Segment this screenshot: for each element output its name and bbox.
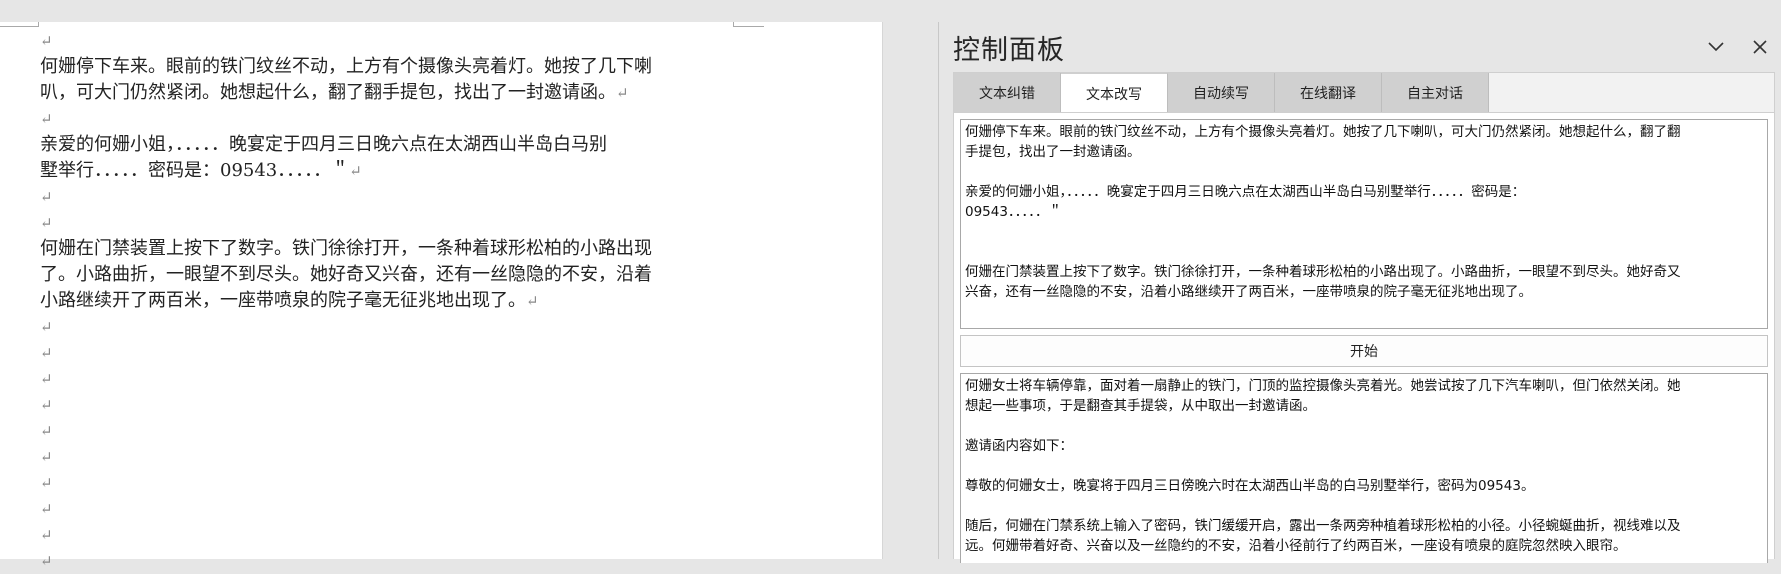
document-line: ↵	[40, 28, 730, 54]
tab-content-text-rewrite: 何姗停下车来。眼前的铁门纹丝不动，上方有个摄像头亮着灯。她按了几下喇叭，可大门仍…	[953, 112, 1775, 563]
paragraph-mark-icon: ↵	[40, 32, 53, 50]
textbox-line	[965, 496, 1763, 516]
document-line-text: 何姗停下车来。眼前的铁门纹丝不动，上方有个摄像头亮着灯。她按了几下喇	[40, 56, 652, 77]
tab-online-translation[interactable]: 在线翻译	[1275, 73, 1382, 113]
textbox-line	[965, 242, 1763, 262]
document-line-text: 亲爱的何姗小姐，．．．．．晚宴定于四月三日晚六点在太湖西山半岛白马别	[40, 134, 607, 155]
paragraph-mark-icon: ↵	[349, 162, 362, 180]
start-button[interactable]: 开始	[960, 335, 1768, 367]
document-line: ↵	[40, 496, 730, 522]
document-line: ↵	[40, 184, 730, 210]
paragraph-mark-icon: ↵	[40, 370, 53, 388]
control-panel: 控制面板 文本纠错 文本改写 自动续写 在线翻译 自主对话 何姗停下车来。眼前的…	[938, 22, 1781, 563]
paragraph-mark-icon: ↵	[40, 214, 53, 232]
document-area: ↵ 何姗停下车来。眼前的铁门纹丝不动，上方有个摄像头亮着灯。她按了几下喇 叭，可大门…	[0, 0, 883, 570]
paragraph-mark-icon: ↵	[40, 318, 53, 336]
document-line-text: 小路继续开了两百米，一座带喷泉的院子毫无征兆地出现了。	[40, 290, 526, 311]
document-line: ↵	[40, 522, 730, 548]
close-icon	[1753, 40, 1767, 54]
document-line: ↵	[40, 106, 730, 132]
textbox-line: 邀请函内容如下：	[965, 438, 1073, 454]
document-line: 小路继续开了两百米，一座带喷泉的院子毫无征兆地出现了。↵	[40, 288, 730, 314]
textbox-line: 尊敬的何姗女士，晚宴将于四月三日傍晚六时在太湖西山半岛的白马别墅举行，密码为09…	[965, 478, 1535, 494]
document-line: 墅举行．．．．．密码是：09543．．．．．＂↵	[40, 158, 730, 184]
document-line: ↵	[40, 314, 730, 340]
document-line: ↵	[40, 210, 730, 236]
output-textbox[interactable]: 何姗女士将车辆停靠，面对着一扇静止的铁门，门顶的监控摄像头亮着光。她尝试按了几下…	[960, 373, 1768, 563]
document-line: 叭，可大门仍然紧闭。她想起什么，翻了翻手提包，找出了一封邀请函。↵	[40, 80, 730, 106]
left-margin-mark	[0, 22, 39, 27]
textbox-line	[965, 416, 1763, 436]
textbox-line: 何姗女士将车辆停靠，面对着一扇静止的铁门，门顶的监控摄像头亮着光。她尝试按了几下…	[965, 378, 1681, 394]
textbox-line: 何姗停下车来。眼前的铁门纹丝不动，上方有个摄像头亮着灯。她按了几下喇叭，可大门仍…	[965, 124, 1681, 140]
tab-bar: 文本纠错 文本改写 自动续写 在线翻译 自主对话	[953, 72, 1775, 114]
textbox-line: 想起一些事项，于是翻查其手提袋，从中取出一封邀请函。	[965, 398, 1316, 414]
input-textbox[interactable]: 何姗停下车来。眼前的铁门纹丝不动，上方有个摄像头亮着灯。她按了几下喇叭，可大门仍…	[960, 119, 1768, 329]
tab-text-rewrite[interactable]: 文本改写	[1061, 73, 1168, 114]
document-line-text: 了。小路曲折，一眼望不到尽头。她好奇又兴奋，还有一丝隐隐的不安，沿着	[40, 264, 652, 285]
document-line: 了。小路曲折，一眼望不到尽头。她好奇又兴奋，还有一丝隐隐的不安，沿着	[40, 262, 730, 288]
paragraph-mark-icon: ↵	[40, 526, 53, 544]
right-margin-mark	[733, 22, 764, 27]
collapse-button[interactable]	[1701, 32, 1731, 62]
document-line: ↵	[40, 470, 730, 496]
textbox-line	[965, 222, 1763, 242]
document-line: ↵	[40, 366, 730, 392]
panel-title: 控制面板	[953, 35, 1065, 66]
document-line: 何姗停下车来。眼前的铁门纹丝不动，上方有个摄像头亮着灯。她按了几下喇	[40, 54, 730, 80]
textbox-line	[965, 162, 1763, 182]
paragraph-mark-icon: ↵	[40, 552, 53, 570]
paragraph-mark-icon: ↵	[40, 500, 53, 518]
document-line: ↵	[40, 392, 730, 418]
chevron-down-icon	[1708, 42, 1724, 52]
textbox-line: 远。何姗带着好奇、兴奋以及一丝隐约的不安，沿着小径前行了约两百米，一座设有喷泉的…	[965, 538, 1627, 554]
textbox-line: 兴奋，还有一丝隐隐的不安，沿着小路继续开了两百米，一座带喷泉的院子毫无征兆地出现…	[965, 284, 1532, 300]
tab-text-correction[interactable]: 文本纠错	[954, 73, 1061, 113]
paragraph-mark-icon: ↵	[40, 188, 53, 206]
paragraph-mark-icon: ↵	[40, 474, 53, 492]
document-line: ↵	[40, 444, 730, 470]
paragraph-mark-icon: ↵	[526, 292, 539, 310]
tab-auto-continue[interactable]: 自动续写	[1168, 73, 1275, 113]
document-body[interactable]: ↵ 何姗停下车来。眼前的铁门纹丝不动，上方有个摄像头亮着灯。她按了几下喇 叭，可大门…	[40, 28, 730, 574]
textbox-line: 何姗在门禁装置上按下了数字。铁门徐徐打开，一条种着球形松柏的小路出现了。小路曲折…	[965, 264, 1681, 280]
document-page[interactable]: ↵ 何姗停下车来。眼前的铁门纹丝不动，上方有个摄像头亮着灯。她按了几下喇 叭，可大门…	[0, 22, 883, 570]
document-line-text: 墅举行．．．．．密码是：09543．．．．．＂	[40, 160, 350, 181]
document-line: ↵	[40, 548, 730, 574]
document-line-text: 叭，可大门仍然紧闭。她想起什么，翻了翻手提包，找出了一封邀请函。	[40, 82, 616, 103]
textbox-line	[965, 456, 1763, 476]
paragraph-mark-icon: ↵	[40, 422, 53, 440]
document-line-text: 何姗在门禁装置上按下了数字。铁门徐徐打开，一条种着球形松柏的小路出现	[40, 238, 652, 259]
paragraph-mark-icon: ↵	[40, 344, 53, 362]
document-line: 亲爱的何姗小姐，．．．．．晚宴定于四月三日晚六点在太湖西山半岛白马别	[40, 132, 730, 158]
textbox-line: 随后，何姗在门禁系统上输入了密码，铁门缓缓开启，露出一条两旁种植着球形松柏的小径…	[965, 518, 1681, 534]
close-button[interactable]	[1745, 32, 1775, 62]
textbox-line: 手提包，找出了一封邀请函。	[965, 144, 1141, 160]
paragraph-mark-icon: ↵	[40, 448, 53, 466]
paragraph-mark-icon: ↵	[40, 110, 53, 128]
document-line: 何姗在门禁装置上按下了数字。铁门徐徐打开，一条种着球形松柏的小路出现	[40, 236, 730, 262]
paragraph-mark-icon: ↵	[40, 396, 53, 414]
tab-free-dialogue[interactable]: 自主对话	[1382, 73, 1489, 113]
textbox-line: 09543．．．．．＂	[965, 204, 1062, 220]
document-line: ↵	[40, 340, 730, 366]
paragraph-mark-icon: ↵	[616, 84, 629, 102]
textbox-line: 亲爱的何姗小姐，．．．．．晚宴定于四月三日晚六点在太湖西山半岛白马别墅举行．．．…	[965, 184, 1526, 200]
document-line: ↵	[40, 418, 730, 444]
